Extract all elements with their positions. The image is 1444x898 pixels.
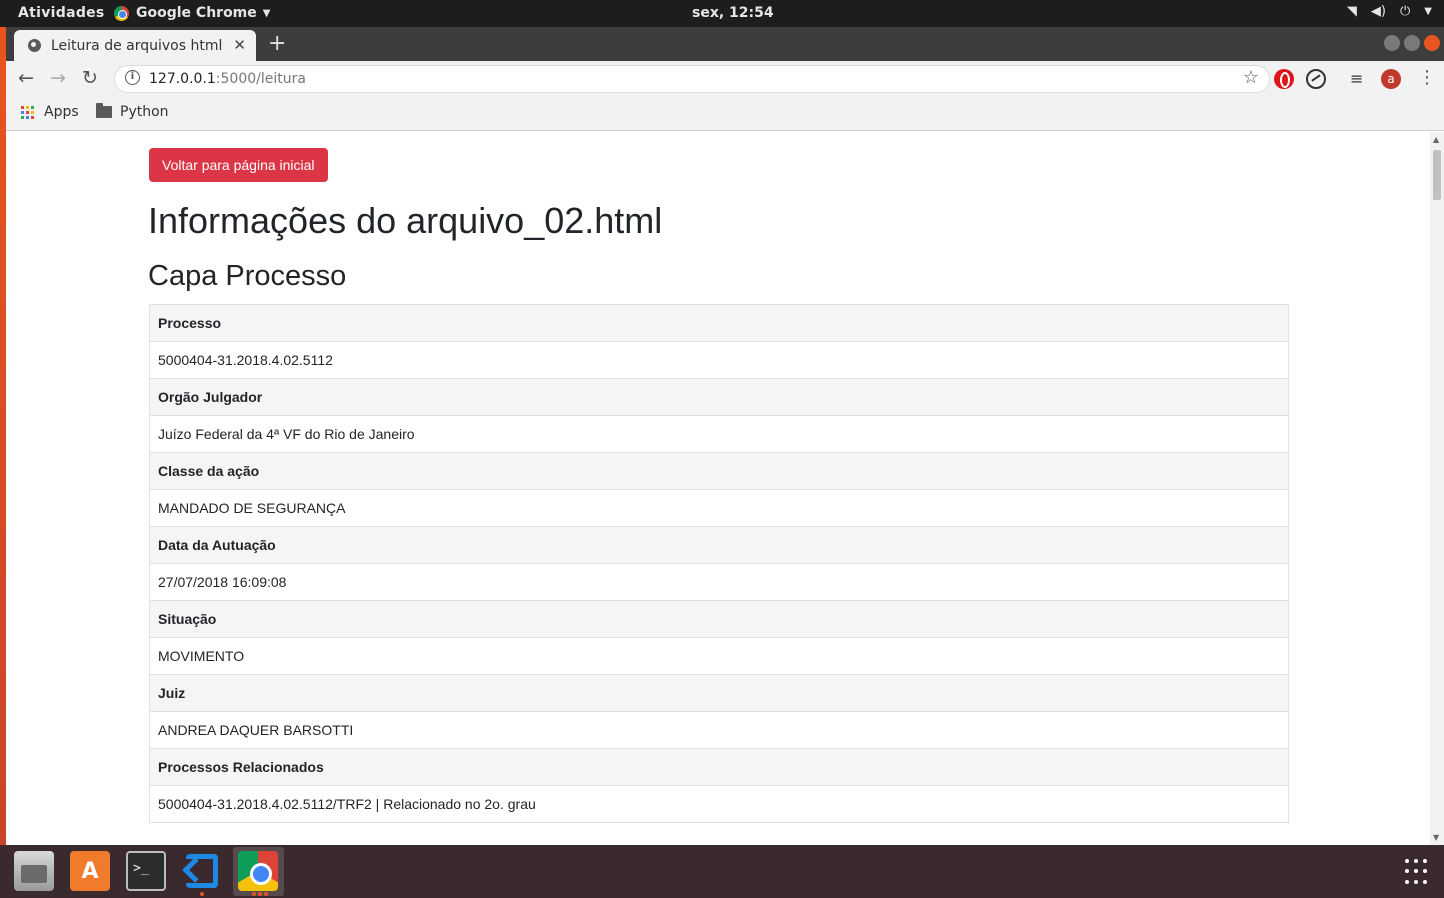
field-value: 5000404-31.2018.4.02.5112 (149, 341, 1289, 379)
clock[interactable]: sex, 12:54 (692, 5, 774, 21)
running-indicator (252, 892, 256, 896)
field-value: MANDADO DE SEGURANÇA (149, 489, 1289, 527)
table-row: Processo (149, 304, 1289, 342)
field-label: Classe da ação (149, 452, 1289, 490)
address-bar[interactable]: i 127.0.0.1:5000/leitura ☆ (114, 65, 1270, 93)
field-value: MOVIMENTO (149, 637, 1289, 675)
close-tab-icon[interactable]: ✕ (233, 36, 246, 54)
reload-icon[interactable]: ↻ (82, 67, 98, 89)
globe-icon (28, 39, 41, 52)
media-queue-icon[interactable]: ≡ (1350, 69, 1370, 89)
scroll-down-icon[interactable]: ▼ (1433, 833, 1439, 842)
browser-toolbar: ← → ↻ i 127.0.0.1:5000/leitura ☆ ≡ a ⋮ (6, 61, 1444, 97)
ubuntu-dock: A >_ (0, 845, 1444, 898)
field-label: Processos Relacionados (149, 748, 1289, 786)
field-value: 5000404-31.2018.4.02.5112/TRF2 | Relacio… (149, 785, 1289, 823)
browser-tab[interactable]: Leitura de arquivos html ✕ (14, 30, 256, 61)
profile-avatar[interactable]: a (1381, 69, 1401, 89)
maximize-button[interactable] (1404, 35, 1420, 51)
table-row: Orgão Julgador (149, 378, 1289, 416)
page-scrollbar[interactable]: ▲ ▼ (1430, 132, 1444, 845)
table-row: 27/07/2018 16:09:08 (149, 563, 1289, 601)
field-label: Processo (149, 304, 1289, 342)
apps-grid-icon (21, 105, 34, 119)
bookmark-apps[interactable]: Apps (21, 104, 79, 120)
close-window-button[interactable] (1424, 35, 1440, 51)
back-arrow-icon[interactable]: ← (18, 67, 34, 89)
chrome-icon[interactable] (238, 851, 278, 891)
bookmarks-bar: Apps Python (6, 97, 1444, 131)
table-row: Classe da ação (149, 452, 1289, 490)
table-row: MOVIMENTO (149, 637, 1289, 675)
running-indicator (258, 892, 262, 896)
url-host: 127.0.0.1 (149, 71, 216, 87)
scrollbar-thumb[interactable] (1433, 150, 1441, 200)
field-label: Data da Autuação (149, 526, 1289, 564)
table-row: Juiz (149, 674, 1289, 712)
tab-strip: Leitura de arquivos html ✕ + (6, 27, 1444, 61)
extension-icon[interactable] (1306, 69, 1326, 89)
system-tray[interactable]: ◥ ◀) ⏻ ▼ (1347, 4, 1432, 19)
page-title: Informações do arquivo_02.html (148, 200, 663, 241)
adblock-extension-icon[interactable] (1274, 69, 1294, 89)
folder-icon (96, 103, 112, 118)
table-row: Juízo Federal da 4ª VF do Rio de Janeiro (149, 415, 1289, 453)
page-viewport: Voltar para página inicial Informações d… (6, 132, 1430, 845)
field-label: Juiz (149, 674, 1289, 712)
table-row: 5000404-31.2018.4.02.5112 (149, 341, 1289, 379)
new-tab-button[interactable]: + (268, 31, 286, 56)
back-to-home-button[interactable]: Voltar para página inicial (149, 148, 328, 182)
caret-down-icon[interactable]: ▼ (1424, 6, 1432, 17)
window-controls (1384, 35, 1440, 51)
software-center-icon[interactable]: A (70, 851, 110, 891)
forward-arrow-icon[interactable]: → (50, 67, 66, 89)
table-row: Situação (149, 600, 1289, 638)
running-indicator (200, 892, 204, 896)
kebab-menu-icon[interactable]: ⋮ (1418, 67, 1436, 88)
system-top-bar: Atividades Google Chrome ▼ sex, 12:54 ◥ … (0, 0, 1444, 27)
section-title: Capa Processo (148, 260, 347, 292)
volume-icon[interactable]: ◀) (1371, 4, 1386, 19)
table-row: Processos Relacionados (149, 748, 1289, 786)
minimize-button[interactable] (1384, 35, 1400, 51)
scroll-up-icon[interactable]: ▲ (1433, 135, 1439, 144)
bookmark-star-icon[interactable]: ☆ (1243, 67, 1259, 88)
url-text[interactable]: 127.0.0.1:5000/leitura (149, 71, 306, 87)
bookmark-python-folder[interactable]: Python (96, 103, 169, 120)
activities-button[interactable]: Atividades (18, 5, 105, 21)
info-icon[interactable]: i (125, 70, 140, 85)
bookmark-label: Python (120, 104, 169, 120)
bookmark-label: Apps (44, 104, 79, 120)
terminal-icon[interactable]: >_ (126, 851, 166, 891)
app-menu-label: Google Chrome (136, 5, 257, 21)
running-indicator (264, 892, 268, 896)
wifi-icon[interactable]: ◥ (1347, 4, 1357, 19)
power-icon[interactable]: ⏻ (1400, 4, 1410, 19)
process-info-table: Processo 5000404-31.2018.4.02.5112 Orgão… (149, 304, 1289, 823)
show-applications-icon[interactable] (1405, 859, 1431, 885)
chrome-icon (114, 5, 129, 21)
field-value: Juízo Federal da 4ª VF do Rio de Janeiro (149, 415, 1289, 453)
field-label: Orgão Julgador (149, 378, 1289, 416)
tab-title: Leitura de arquivos html (51, 37, 223, 54)
table-row: Data da Autuação (149, 526, 1289, 564)
vscode-icon[interactable] (182, 851, 222, 891)
field-label: Situação (149, 600, 1289, 638)
table-row: ANDREA DAQUER BARSOTTI (149, 711, 1289, 749)
url-path: :5000/leitura (215, 71, 306, 87)
app-menu[interactable]: Google Chrome ▼ (114, 5, 270, 21)
table-row: MANDADO DE SEGURANÇA (149, 489, 1289, 527)
caret-down-icon: ▼ (262, 7, 271, 19)
table-row: 5000404-31.2018.4.02.5112/TRF2 | Relacio… (149, 785, 1289, 823)
field-value: ANDREA DAQUER BARSOTTI (149, 711, 1289, 749)
field-value: 27/07/2018 16:09:08 (149, 563, 1289, 601)
files-app-icon[interactable] (14, 851, 54, 891)
